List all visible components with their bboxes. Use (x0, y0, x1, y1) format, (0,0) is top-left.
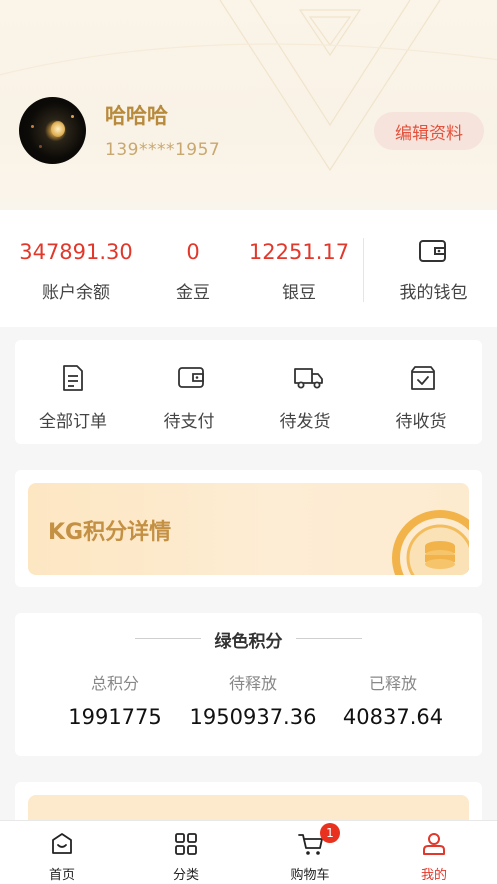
tab-home[interactable]: 首页 (0, 821, 124, 884)
pending-release-value: 1950937.36 (189, 705, 317, 729)
pending-release-label: 待释放 (228, 674, 277, 693)
tab-cart-label: 购物车 (290, 868, 330, 883)
silver-beans-value: 12251.17 (248, 240, 350, 264)
home-icon (52, 833, 72, 854)
balance-divider (363, 238, 364, 302)
phone-number: 139****1957 (105, 140, 221, 160)
avatar[interactable] (19, 97, 86, 164)
order-pending-receipt[interactable]: 待收货 (363, 340, 479, 444)
edit-profile-button[interactable]: 编辑资料 (374, 112, 484, 150)
green-points-pending: 待释放 1950937.36 (178, 613, 328, 756)
order-pending-shipment-label: 待发货 (279, 412, 331, 432)
kg-points-banner[interactable]: KG积分详情 (28, 483, 469, 575)
gold-beans-value: 0 (186, 240, 200, 264)
my-wallet-button[interactable]: 我的钱包 (370, 210, 497, 327)
username: 哈哈哈 (105, 104, 168, 128)
tab-mine-label: 我的 (420, 868, 447, 883)
cart-badge: 1 (320, 823, 340, 843)
user-icon (423, 833, 445, 855)
balance-panel: 347891.30 账户余额 0 金豆 12251.17 银豆 我的钱包 (0, 210, 497, 327)
total-points-value: 1991775 (68, 705, 162, 729)
my-wallet-label: 我的钱包 (399, 283, 468, 303)
wallet-icon (419, 240, 446, 262)
order-list-icon (63, 365, 83, 391)
balance-item-silver-beans[interactable]: 12251.17 银豆 (234, 210, 364, 327)
released-label: 已释放 (368, 674, 417, 693)
order-pending-shipment[interactable]: 待发货 (247, 340, 363, 444)
tab-category-label: 分类 (172, 868, 199, 883)
coin-stack-icon (392, 510, 469, 575)
balance-item-account[interactable]: 347891.30 账户余额 (0, 210, 152, 327)
tab-mine[interactable]: 我的 (372, 821, 496, 884)
bottom-tab-bar: 首页 分类 1 购物车 我的 (0, 820, 497, 884)
orders-card: 全部订单 待支付 待发货 待收货 (15, 340, 482, 444)
green-points-released: 已释放 40837.64 (323, 613, 463, 756)
truck-icon (294, 368, 323, 389)
order-pending-payment-label: 待支付 (163, 412, 215, 432)
green-points-card: 绿色积分 总积分 1991775 待释放 1950937.36 已释放 4083… (15, 613, 482, 756)
kg-points-title: KG积分详情 (48, 520, 172, 545)
box-check-icon (411, 366, 435, 390)
released-value: 40837.64 (342, 705, 444, 729)
order-pending-receipt-label: 待收货 (395, 412, 447, 432)
account-balance-value: 347891.30 (19, 240, 133, 264)
wallet-icon (178, 367, 204, 388)
order-pending-payment[interactable]: 待支付 (131, 340, 247, 444)
grid-icon (175, 833, 197, 855)
green-points-total: 总积分 1991775 (45, 613, 185, 756)
profile-header: 哈哈哈 139****1957 编辑资料 (0, 0, 497, 210)
balance-item-gold-beans[interactable]: 0 金豆 (152, 210, 234, 327)
tab-cart[interactable]: 1 购物车 (248, 821, 372, 884)
gold-beans-label: 金豆 (176, 283, 210, 303)
kg-points-card: KG积分详情 (15, 470, 482, 587)
order-all[interactable]: 全部订单 (15, 340, 131, 444)
silver-beans-label: 银豆 (282, 283, 316, 303)
tab-home-label: 首页 (48, 868, 75, 883)
account-balance-label: 账户余额 (42, 283, 110, 303)
order-all-label: 全部订单 (39, 412, 107, 432)
total-points-label: 总积分 (90, 674, 139, 693)
tab-category[interactable]: 分类 (124, 821, 248, 884)
